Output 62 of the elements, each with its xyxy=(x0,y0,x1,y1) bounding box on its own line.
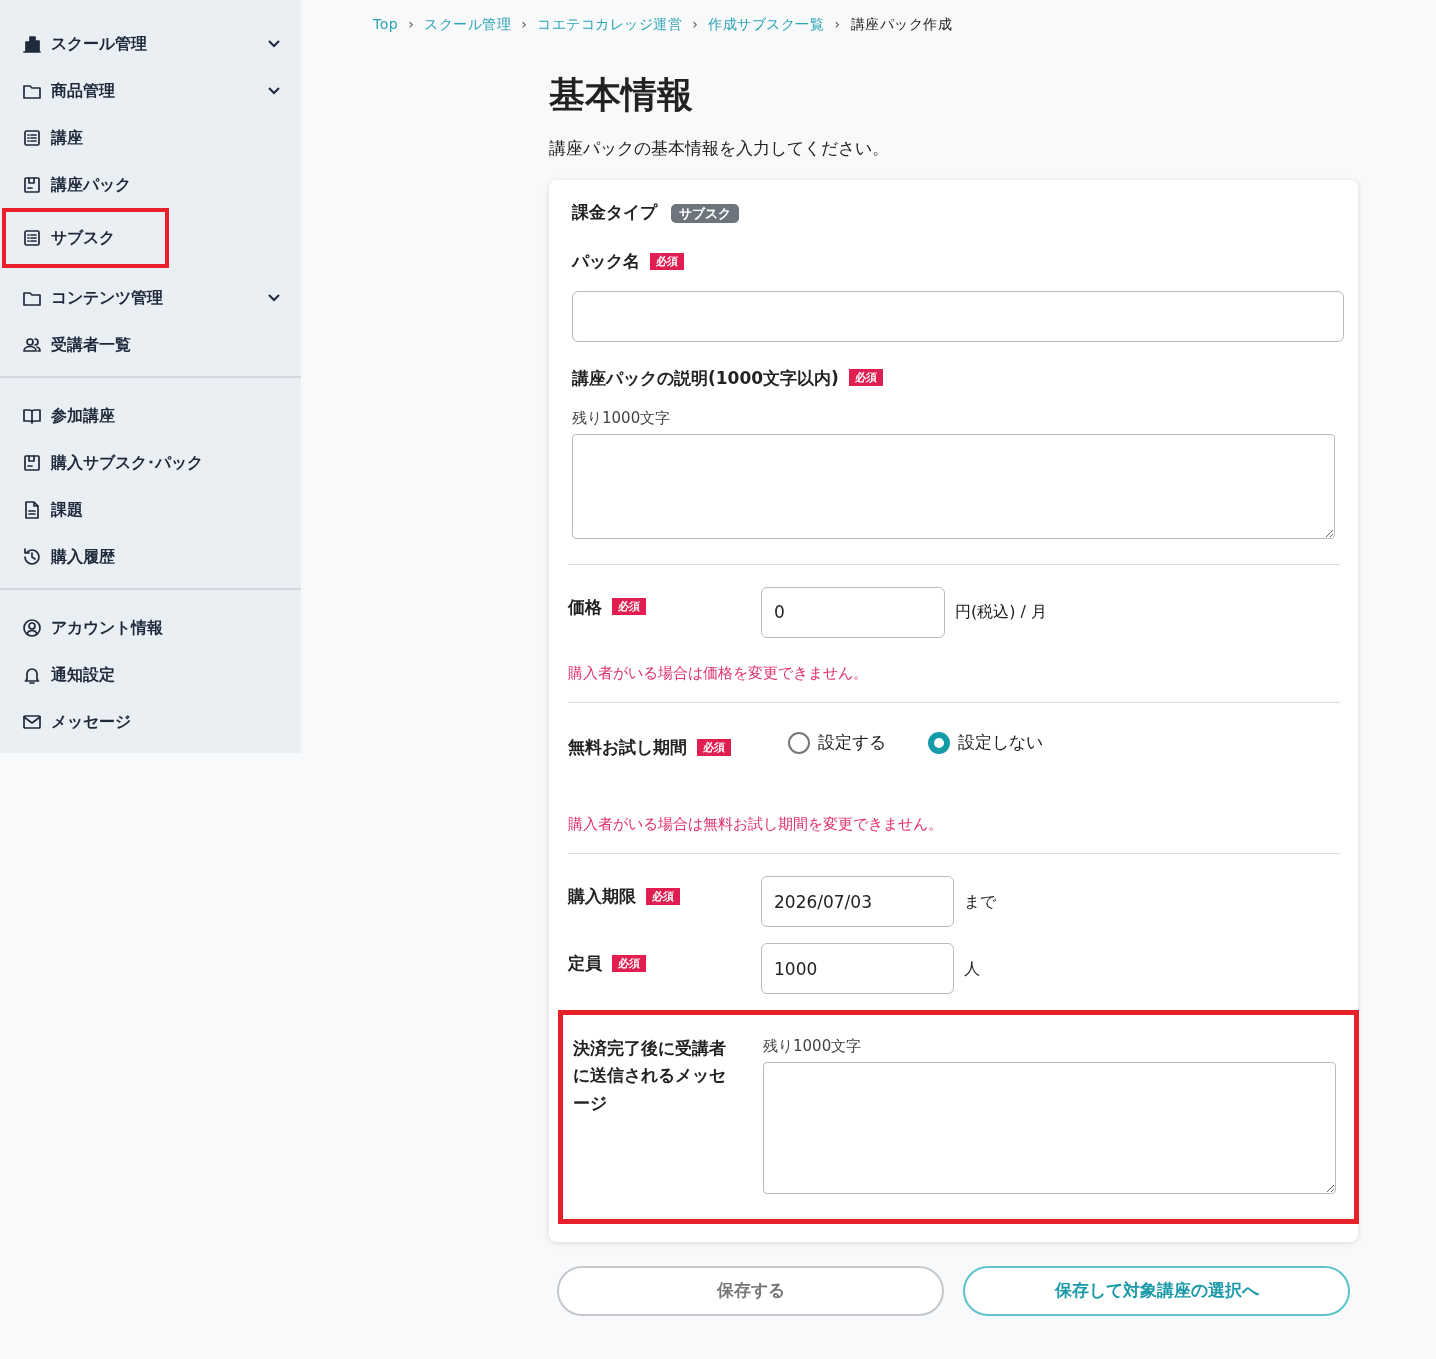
textarea-field[interactable] xyxy=(572,433,1335,539)
account-icon xyxy=(22,617,42,638)
breadcrumb-separator: › xyxy=(834,15,841,34)
unit-label: 円(税込) / 月 xyxy=(955,601,1048,624)
unit-label: まで xyxy=(964,890,996,913)
save-button[interactable]: 保存する xyxy=(557,1265,944,1316)
field-label: 価格 xyxy=(568,596,602,617)
character-counter: 残り1000文字 xyxy=(572,408,672,430)
field-label: 決済完了後に受講者に送信されるメッセージ xyxy=(573,1038,726,1113)
field-label: パック名 xyxy=(572,251,640,272)
list-icon xyxy=(22,228,42,248)
character-counter: 残り1000文字 xyxy=(763,1036,863,1058)
required-badge: 必須 xyxy=(848,369,883,387)
required-badge: 必須 xyxy=(697,738,731,756)
billing-type-badge: サブスク xyxy=(671,203,739,223)
sidebar-item[interactable]: 商品管理 xyxy=(0,67,301,114)
field-label: 講座パックの説明(1000文字以内) xyxy=(572,367,839,388)
field-label: 定員 xyxy=(568,953,602,974)
radio-button[interactable] xyxy=(788,731,810,754)
sidebar-item[interactable]: 購入履歴 xyxy=(0,533,301,580)
page-title: 基本情報 xyxy=(549,73,694,117)
field-label: 無料お試し期間 xyxy=(568,737,687,758)
sidebar-item[interactable]: サブスク xyxy=(2,208,169,268)
sidebar-item[interactable]: 講座パック xyxy=(0,161,301,208)
field-label: 購入期限 xyxy=(568,886,636,907)
required-badge: 必須 xyxy=(650,252,684,270)
sidebar-item[interactable]: 受講者一覧 xyxy=(0,321,301,368)
unit-label: 人 xyxy=(964,957,980,980)
warning-note: 購入者がいる場合は無料お試し期間を変更できません。 xyxy=(568,813,944,835)
sidebar-item[interactable]: アカウント情報 xyxy=(0,604,301,651)
textarea-field[interactable] xyxy=(763,1061,1336,1194)
sidebar-item[interactable]: 講座 xyxy=(0,114,301,161)
radio-button[interactable] xyxy=(928,731,950,754)
required-badge: 必須 xyxy=(612,598,646,616)
breadcrumb-separator: › xyxy=(692,15,699,34)
field-label: 課金タイプ xyxy=(572,201,657,222)
document-icon xyxy=(22,499,42,520)
sidebar-item[interactable]: 購入サブスク･パック xyxy=(0,439,301,486)
history-icon xyxy=(22,546,42,567)
building-icon xyxy=(22,33,42,54)
sidebar-item[interactable]: コンテンツ管理 xyxy=(0,274,301,321)
breadcrumb-current: 講座パック作成 xyxy=(850,15,953,34)
text-input[interactable] xyxy=(572,290,1344,342)
radio-label[interactable]: 設定しない xyxy=(958,730,1043,756)
save-icon xyxy=(22,452,42,473)
sidebar-item[interactable]: 参加講座 xyxy=(0,392,301,439)
required-badge: 必須 xyxy=(646,887,680,905)
text-input[interactable]: 2026/07/03 xyxy=(761,876,954,928)
save-icon xyxy=(22,174,42,195)
sidebar-item[interactable]: 通知設定 xyxy=(0,651,301,698)
list-icon xyxy=(22,127,42,148)
required-badge: 必須 xyxy=(612,954,646,972)
sidebar-item[interactable]: メッセージ xyxy=(0,698,301,745)
warning-note: 購入者がいる場合は価格を変更できません。 xyxy=(568,662,869,684)
sidebar-item[interactable]: スクール管理 xyxy=(0,20,301,67)
page-subtitle: 講座パックの基本情報を入力してください。 xyxy=(549,137,890,161)
sidebar-item[interactable]: 課題 xyxy=(0,486,301,533)
text-input[interactable]: 0 xyxy=(761,586,945,638)
radio-label[interactable]: 設定する xyxy=(818,730,886,756)
breadcrumb-separator: › xyxy=(521,15,528,34)
text-input[interactable]: 1000 xyxy=(761,943,954,995)
breadcrumb-separator: › xyxy=(408,15,415,34)
